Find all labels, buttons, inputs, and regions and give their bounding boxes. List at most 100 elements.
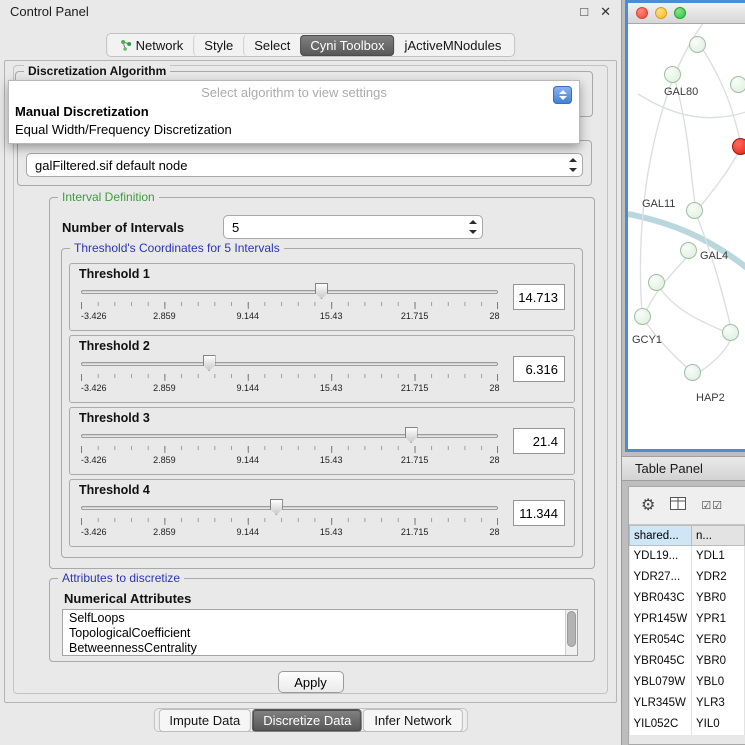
threshold-block: Threshold 4 -3.4262.8599.14415.4321.7152…: [69, 479, 575, 547]
threshold-value-field[interactable]: 21.4: [513, 428, 565, 454]
table-cell[interactable]: YLR345W: [630, 693, 692, 714]
zoom-traffic-light-icon[interactable]: [674, 7, 686, 19]
combo-value: 5: [232, 220, 464, 235]
tab-label: Cyni Toolbox: [310, 38, 384, 53]
network-node[interactable]: [634, 308, 651, 325]
slider-scale: -3.4262.8599.14415.4321.71528: [81, 383, 498, 395]
slider-scale-label: 15.43: [320, 383, 343, 393]
table-cell[interactable]: YIL0: [692, 714, 745, 735]
table-cell[interactable]: YBR0: [692, 588, 745, 609]
tab-discretize-data[interactable]: Discretize Data: [252, 709, 362, 732]
slider-major-ticks: [81, 302, 498, 309]
table-row[interactable]: YIL052CYIL0: [630, 714, 745, 735]
tab-label: jActiveMNodules: [405, 38, 502, 53]
table-row[interactable]: YDR27...YDR2: [630, 567, 745, 588]
network-node[interactable]: [689, 36, 706, 53]
tab-network[interactable]: Network: [110, 35, 194, 56]
gear-icon[interactable]: ⚙: [641, 498, 655, 514]
threshold-slider[interactable]: -3.4262.8599.14415.4321.71528: [79, 282, 500, 328]
threshold-value-field[interactable]: 14.713: [513, 284, 565, 310]
network-canvas[interactable]: GAL80GAL11GAL4GCY1HAP2: [628, 24, 745, 449]
table-row[interactable]: YLR345WYLR3: [630, 693, 745, 714]
table-cell[interactable]: YER0: [692, 630, 745, 651]
bottom-tabbar: Impute Data Discretize Data Infer Networ…: [153, 708, 467, 732]
threshold-value-field[interactable]: 6.316: [513, 356, 565, 382]
tab-select[interactable]: Select: [243, 35, 300, 56]
table-cell[interactable]: YBR043C: [630, 588, 692, 609]
table-row[interactable]: YBL079WYBL0: [630, 672, 745, 693]
threshold-slider[interactable]: -3.4262.8599.14415.4321.71528: [79, 426, 500, 472]
network-node[interactable]: [680, 242, 697, 259]
table-row[interactable]: YBR043CYBR0: [630, 588, 745, 609]
table-cell[interactable]: YBR045C: [630, 651, 692, 672]
list-item[interactable]: BetweennessCentrality: [69, 641, 577, 656]
table-cell[interactable]: YBL079W: [630, 672, 692, 693]
table-cell[interactable]: YBL0: [692, 672, 745, 693]
threshold-slider[interactable]: -3.4262.8599.14415.4321.71528: [79, 498, 500, 544]
network-node[interactable]: [686, 202, 703, 219]
table-row[interactable]: YDL19...YDL1: [630, 546, 745, 567]
table-cell[interactable]: YDR27...: [630, 567, 692, 588]
slider-scale-label: 2.859: [153, 383, 176, 393]
tab-jactivemnodules[interactable]: jActiveMNodules: [395, 35, 512, 56]
table-data-combo[interactable]: galFiltered.sif default node: [26, 153, 583, 177]
combo-stepper-icon[interactable]: [553, 86, 572, 104]
column-header-shared-name[interactable]: shared...: [630, 526, 692, 546]
columns-icon[interactable]: [670, 497, 686, 515]
threshold-label: Threshold 1: [79, 267, 500, 281]
network-node-selected[interactable]: [732, 138, 745, 155]
list-scrollbar[interactable]: [565, 610, 577, 655]
table-row[interactable]: YBR045CYBR0: [630, 651, 745, 672]
tab-cyni-toolbox[interactable]: Cyni Toolbox: [300, 35, 394, 56]
attributes-group: Attributes to discretize Numerical Attri…: [49, 578, 595, 662]
number-of-intervals-combo[interactable]: 5: [223, 215, 483, 239]
table-cell[interactable]: YLR3: [692, 693, 745, 714]
table-cell[interactable]: YPR145W: [630, 609, 692, 630]
numerical-attributes-list[interactable]: SelfLoopsTopologicalCoefficientBetweenne…: [63, 610, 577, 656]
network-node[interactable]: [730, 76, 745, 93]
tab-impute-data[interactable]: Impute Data: [158, 709, 251, 732]
slider-thumb-icon[interactable]: [405, 427, 418, 443]
slider-thumb-icon[interactable]: [203, 355, 216, 371]
network-window-titlebar[interactable]: [628, 3, 745, 24]
apply-button[interactable]: Apply: [278, 671, 344, 693]
table-cell[interactable]: YDL19...: [630, 546, 692, 567]
scrollbar-thumb[interactable]: [567, 611, 576, 647]
table-cell[interactable]: YPR1: [692, 609, 745, 630]
slider-scale-label: 15.43: [320, 527, 343, 537]
list-item[interactable]: TopologicalCoefficient: [69, 626, 577, 641]
table-cell[interactable]: YIL052C: [630, 714, 692, 735]
network-node[interactable]: [648, 274, 665, 291]
table-cell[interactable]: YER054C: [630, 630, 692, 651]
tab-infer-network[interactable]: Infer Network: [363, 709, 462, 732]
slider-track: [81, 290, 498, 294]
network-node[interactable]: [664, 66, 681, 83]
tab-style[interactable]: Style: [193, 35, 243, 56]
table-row[interactable]: YPR145WYPR1: [630, 609, 745, 630]
table-panel-titlebar[interactable]: Table Panel: [622, 456, 745, 481]
select-columns-checkbox-icons[interactable]: ☑☑: [701, 499, 723, 512]
algorithm-option-equal-width[interactable]: Equal Width/Frequency Discretization: [9, 121, 579, 139]
control-panel-titlebar[interactable]: Control Panel □ ✕: [0, 0, 621, 22]
threshold-slider[interactable]: -3.4262.8599.14415.4321.71528: [79, 354, 500, 400]
close-window-icon[interactable]: ✕: [600, 5, 611, 18]
network-node[interactable]: [722, 324, 739, 341]
threshold-value-field[interactable]: 11.344: [513, 500, 565, 526]
network-node-label: GAL11: [642, 198, 675, 210]
slider-thumb-icon[interactable]: [270, 499, 283, 515]
table-row[interactable]: YER054CYER0: [630, 630, 745, 651]
float-window-icon[interactable]: □: [580, 5, 588, 18]
table-cell[interactable]: YDL1: [692, 546, 745, 567]
table-cell[interactable]: YDR2: [692, 567, 745, 588]
slider-thumb-icon[interactable]: [315, 283, 328, 299]
slider-scale-label: 9.144: [237, 527, 260, 537]
table-cell[interactable]: YBR0: [692, 651, 745, 672]
close-traffic-light-icon[interactable]: [636, 7, 648, 19]
numerical-attributes-listbox: SelfLoopsTopologicalCoefficientBetweenne…: [62, 609, 578, 656]
algorithm-option-manual[interactable]: Manual Discretization: [9, 103, 579, 121]
minimize-traffic-light-icon[interactable]: [655, 7, 667, 19]
column-header-name[interactable]: n...: [692, 526, 745, 546]
list-item[interactable]: SelfLoops: [69, 611, 577, 626]
network-node[interactable]: [684, 364, 701, 381]
cyni-toolbox-panel: Discretization Algorithm Select algorith…: [4, 60, 617, 703]
